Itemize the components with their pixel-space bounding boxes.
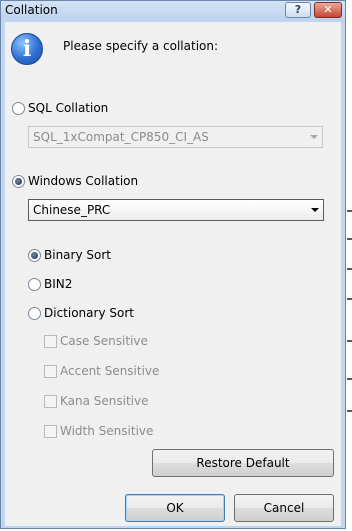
kana-sensitive-checkbox[interactable] bbox=[44, 395, 57, 408]
background-strip bbox=[346, 0, 352, 531]
help-icon: ? bbox=[294, 3, 302, 16]
info-icon: i bbox=[11, 33, 43, 65]
window-title: Collation bbox=[5, 3, 58, 17]
accent-sensitive-checkbox[interactable] bbox=[44, 365, 57, 378]
background-mark bbox=[347, 268, 352, 270]
sql-collation-value: SQL_1xCompat_CP850_CI_AS bbox=[33, 130, 209, 144]
chevron-down-icon bbox=[311, 208, 319, 212]
background-mark bbox=[347, 238, 352, 240]
dialog-body: i Please specify a collation: SQL Collat… bbox=[5, 22, 341, 526]
width-sensitive-label: Width Sensitive bbox=[60, 424, 154, 438]
windows-collation-select[interactable]: Chinese_PRC bbox=[28, 199, 324, 221]
sql-collation-radio[interactable] bbox=[12, 102, 25, 115]
chevron-down-icon bbox=[310, 135, 318, 139]
case-sensitive-checkbox[interactable] bbox=[44, 335, 57, 348]
dictionary-sort-label[interactable]: Dictionary Sort bbox=[44, 306, 134, 320]
kana-sensitive-label: Kana Sensitive bbox=[60, 394, 149, 408]
binary-sort-radio[interactable] bbox=[28, 249, 41, 262]
sql-collation-select[interactable]: SQL_1xCompat_CP850_CI_AS bbox=[28, 126, 323, 148]
windows-collation-label[interactable]: Windows Collation bbox=[28, 174, 138, 188]
bin2-radio[interactable] bbox=[28, 278, 41, 291]
cancel-button[interactable]: Cancel bbox=[234, 494, 334, 522]
background-mark bbox=[347, 410, 352, 412]
binary-sort-label[interactable]: Binary Sort bbox=[44, 248, 111, 262]
sql-collation-label[interactable]: SQL Collation bbox=[28, 101, 108, 115]
windows-collation-radio[interactable] bbox=[12, 175, 25, 188]
background-mark bbox=[347, 210, 352, 212]
title-bar[interactable]: Collation ? ✕ bbox=[1, 1, 345, 21]
close-icon: ✕ bbox=[323, 3, 333, 16]
windows-collation-value: Chinese_PRC bbox=[33, 203, 111, 217]
collation-dialog: Collation ? ✕ i Please specify a collati… bbox=[0, 0, 346, 529]
width-sensitive-checkbox[interactable] bbox=[44, 425, 57, 438]
prompt-text: Please specify a collation: bbox=[63, 39, 219, 53]
accent-sensitive-label: Accent Sensitive bbox=[60, 364, 160, 378]
ok-button[interactable]: OK bbox=[125, 494, 225, 522]
close-button[interactable]: ✕ bbox=[314, 2, 342, 18]
background-mark bbox=[347, 298, 352, 300]
bin2-label[interactable]: BIN2 bbox=[44, 277, 72, 291]
case-sensitive-label: Case Sensitive bbox=[60, 334, 148, 348]
restore-default-button[interactable]: Restore Default bbox=[152, 449, 334, 477]
background-mark bbox=[347, 378, 352, 380]
background-mark bbox=[347, 340, 352, 342]
help-button[interactable]: ? bbox=[285, 2, 311, 18]
dictionary-sort-radio[interactable] bbox=[28, 307, 41, 320]
